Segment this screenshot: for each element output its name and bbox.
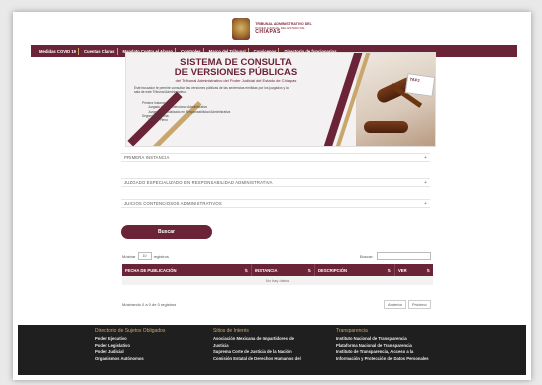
banner-list: Primera Instancia: Juzgado de lo Contenc…	[142, 101, 292, 123]
gavel-block	[364, 121, 408, 133]
footer-link[interactable]: Organismos Autónomos	[95, 356, 165, 363]
column-descripcion[interactable]: DESCRIPCIÓN ⇅	[315, 264, 395, 276]
table-search: Buscar:	[360, 252, 431, 260]
column-fecha-label: FECHA DE PUBLICACIÓN	[125, 267, 177, 273]
search-label: Buscar:	[360, 253, 374, 259]
footer-heading: Sitios de Interés	[213, 328, 249, 334]
hero-banner: TAPJ SISTEMA DE CONSULTA DE VERSIONES PÚ…	[125, 52, 436, 147]
pagination: Anterior Próximo	[384, 300, 431, 309]
footer-link[interactable]: Comisión Estatal de Derechos Humanos del	[213, 356, 301, 363]
footer-column-directorio: Directorio de Sujetos Obligados Poder Ej…	[95, 328, 165, 362]
table-empty-row: No hay datos	[122, 276, 433, 285]
sort-icon[interactable]: ⇅	[245, 268, 251, 273]
table-header: FECHA DE PUBLICACIÓN ⇅ INSTANCIA ⇅ DESCRIP…	[122, 264, 433, 276]
accordion-label: JUZGADO ESPECIALIZADO EN RESPONSABILIDAD…	[124, 180, 273, 185]
sort-icon[interactable]: ⇅	[388, 268, 394, 273]
logo-line3: CHIAPAS	[255, 28, 281, 35]
sort-icon[interactable]: ⇅	[308, 268, 314, 273]
accordion-label: JUICIOS CONTENCIOSOS ADMINISTRATIVOS	[124, 201, 222, 206]
accordion-juzgado-especializado[interactable]: JUZGADO ESPECIALIZADO EN RESPONSABILIDAD…	[121, 178, 430, 187]
sort-icon[interactable]: ⇅	[427, 268, 433, 273]
footer-link[interactable]: Suprema Corte de Justicia de la Nación	[213, 349, 301, 356]
page-length-select[interactable]: 10	[137, 252, 152, 260]
table-search-input[interactable]	[376, 252, 431, 260]
column-descripcion-label: DESCRIPCIÓN	[318, 267, 348, 273]
plus-icon[interactable]: +	[424, 201, 427, 207]
footer-column-transparencia: Transparencia Instituto Nacional de Tran…	[336, 328, 429, 362]
nav-item-cuentas[interactable]: Cuentas Claras	[82, 47, 118, 55]
logo-text: TRIBUNAL ADMINISTRATIVO DEL PODER JUDICI…	[255, 23, 312, 35]
table-info: Mostrando 0 a 0 de 0 registros	[122, 302, 177, 307]
plus-icon[interactable]: +	[424, 155, 427, 161]
accordion-primera-instancia[interactable]: PRIMERA INSTANCIA +	[121, 153, 430, 162]
column-fecha[interactable]: FECHA DE PUBLICACIÓN ⇅	[122, 264, 252, 276]
footer-link[interactable]: Asociación Mexicana de Impartidores de	[213, 336, 301, 343]
search-button[interactable]: Buscar	[121, 225, 212, 239]
prev-page-button[interactable]: Anterior	[384, 300, 407, 309]
tribunal-seal-icon[interactable]	[232, 18, 251, 40]
column-instancia-label: INSTANCIA	[255, 267, 278, 273]
column-ver[interactable]: VER ⇅	[395, 264, 433, 276]
plus-icon[interactable]: +	[424, 180, 427, 186]
nav-item-covid[interactable]: Medidas COVID 19	[37, 47, 80, 55]
banner-list-item: Sala en Pleno	[148, 118, 168, 123]
accordion-label: PRIMERA INSTANCIA	[124, 155, 170, 160]
header: TRIBUNAL ADMINISTRATIVO DEL PODER JUDICI…	[13, 12, 531, 46]
page: TRIBUNAL ADMINISTRATIVO DEL PODER JUDICI…	[13, 12, 531, 380]
show-suffix: registros	[153, 253, 169, 259]
accordion-juicios-contenciosos[interactable]: JUICIOS CONTENCIOSOS ADMINISTRATIVOS +	[121, 199, 430, 208]
page-length-control: Mostrar 10 registros	[122, 252, 169, 260]
footer-column-sitios: Sitios de Interés Asociación Mexicana de…	[213, 328, 301, 362]
column-instancia[interactable]: INSTANCIA ⇅	[252, 264, 315, 276]
column-ver-label: VER	[398, 267, 407, 273]
document-card-label: TAPJ	[409, 76, 420, 83]
footer-heading: Transparencia	[336, 328, 368, 334]
next-page-button[interactable]: Próximo	[408, 300, 431, 309]
banner-subtitle: del Tribunal Administrativo del Poder Ju…	[175, 78, 297, 83]
document-card: TAPJ	[404, 73, 435, 97]
footer: Directorio de Sujetos Obligados Poder Ej…	[18, 325, 526, 375]
footer-link[interactable]: Información y Protección de Datos Person…	[336, 356, 429, 363]
banner-title-line2: DE VERSIONES PÚBLICAS	[174, 67, 298, 78]
banner-description: Este buscador te permite consultar las v…	[134, 86, 289, 95]
footer-heading: Directorio de Sujetos Obligados	[95, 328, 166, 334]
show-prefix: Mostrar	[122, 253, 136, 259]
